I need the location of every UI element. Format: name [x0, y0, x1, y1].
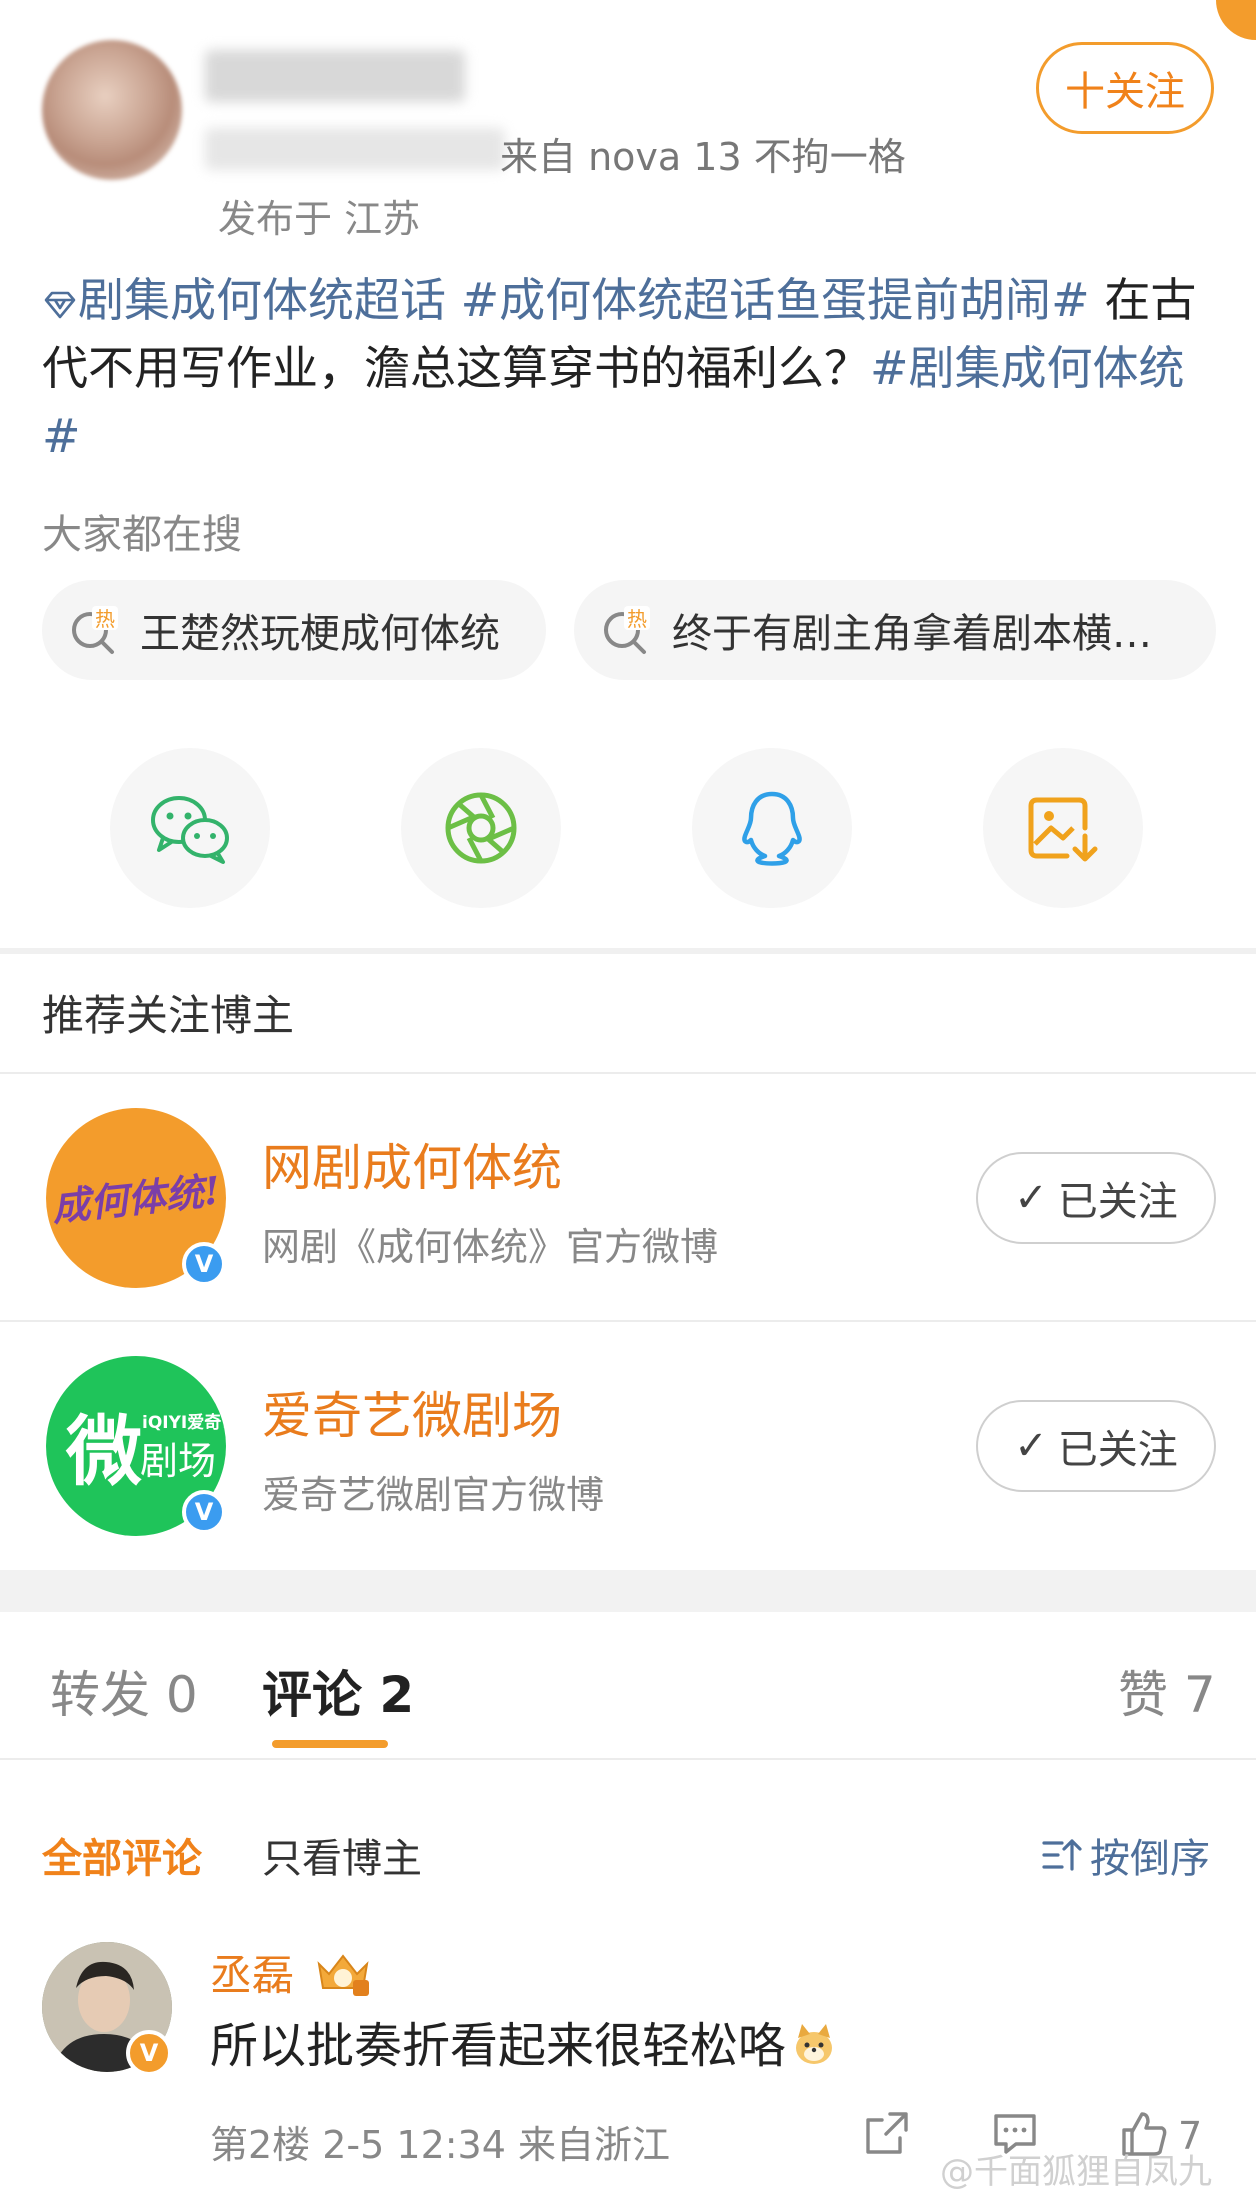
followed-button-2[interactable]: ✓ 已关注 [976, 1400, 1216, 1492]
followed-label: 已关注 [1057, 1427, 1178, 1473]
post-location: 发布于 江苏 [218, 197, 421, 241]
recommend-title: 推荐关注博主 [42, 991, 295, 1040]
sort-label: 按倒序 [1090, 1836, 1210, 1882]
followed-label: 已关注 [1057, 1179, 1178, 1225]
post-content: 剧集成何体统超话 #成何体统超话鱼蛋提前胡闹# 在古代不用写作业，澹总这算穿书的… [42, 266, 1222, 470]
dog-emoji-icon [796, 2024, 833, 2064]
divider [0, 1072, 1256, 1074]
filter-all-comments[interactable]: 全部评论 [42, 1826, 202, 1884]
section-gap [0, 1570, 1256, 1612]
moments-icon [445, 792, 517, 864]
super-topic-label: 剧集成何体统超话 [78, 273, 446, 327]
avatar-logo-small: 剧场 [140, 1439, 216, 1483]
verified-badge: V [182, 1242, 226, 1286]
super-topic-link[interactable]: 剧集成何体统超话 [42, 273, 446, 327]
wechat-icon [151, 796, 229, 864]
avatar-logo-brand: iQIYI爱奇艺 [142, 1412, 226, 1433]
hot-search-title: 大家都在搜 [42, 512, 242, 558]
post-source: 来自 nova 13 不拘一格 [500, 135, 906, 179]
hot-search-label: 终于有剧主角拿着剧本横… [672, 611, 1152, 657]
verified-badge: V [126, 2030, 172, 2076]
share-moments-button[interactable] [401, 748, 561, 908]
account-desc-2: 爱奇艺微剧官方微博 [262, 1473, 605, 1517]
follow-button[interactable]: 十关注 [1036, 42, 1214, 134]
comment-meta: 第2楼 2-5 12:34 来自浙江 [210, 2123, 670, 2167]
qq-icon [742, 791, 802, 866]
divider [0, 948, 1256, 954]
hot-search-label: 王楚然玩梗成何体统 [140, 611, 500, 657]
sort-button[interactable]: 按倒序 [1042, 1826, 1210, 1884]
poster-avatar[interactable] [42, 40, 182, 180]
active-tab-indicator [272, 1740, 388, 1748]
divider [0, 1320, 1256, 1322]
commenter-name-label: 丞磊 [210, 1951, 295, 2000]
diamond-icon [44, 291, 76, 319]
comment-share-button[interactable] [862, 2108, 912, 2162]
share-qq-button[interactable] [692, 748, 852, 908]
fan-level-icon [317, 1954, 370, 1996]
tab-repost[interactable]: 转发 0 [50, 1655, 198, 1727]
tab-likes[interactable]: 赞 7 [1118, 1655, 1216, 1727]
check-icon: ✓ [1014, 1175, 1048, 1221]
watermark: @千面狐狸自凤九 [940, 2152, 1212, 2192]
comment-text: 所以批奏折看起来很轻松咯 [210, 2006, 838, 2076]
account-name-2[interactable]: 爱奇艺微剧场 [262, 1376, 562, 1448]
check-icon: ✓ [1014, 1423, 1048, 1469]
hashtag-1[interactable]: #成何体统超话鱼蛋提前胡闹# [461, 273, 1090, 327]
sort-icon [1042, 1839, 1082, 1871]
avatar-logo-big: 微 [65, 1407, 142, 1496]
followed-button-1[interactable]: ✓ 已关注 [976, 1152, 1216, 1244]
hot-badge: 热 [95, 607, 115, 631]
avatar-logo-text: 成何体统! [50, 1167, 222, 1229]
account-desc-1: 网剧《成何体统》官方微博 [262, 1225, 719, 1269]
comment-body: 所以批奏折看起来很轻松咯 [210, 2018, 787, 2074]
hot-badge: 热 [627, 607, 647, 631]
top-right-accent [1216, 0, 1256, 40]
account-name-1[interactable]: 网剧成何体统 [262, 1128, 562, 1200]
save-image-icon [1028, 797, 1098, 862]
hot-search-chip-1[interactable]: 热 王楚然玩梗成何体统 [42, 580, 546, 680]
poster-name-blurred[interactable] [205, 50, 465, 102]
tab-comments[interactable]: 评论 2 [262, 1655, 414, 1727]
divider [0, 1758, 1256, 1760]
commenter-name[interactable]: 丞磊 [210, 1942, 373, 2003]
hot-search-icon: 热 [68, 604, 120, 656]
filter-author-only[interactable]: 只看博主 [262, 1826, 422, 1884]
share-wechat-button[interactable] [110, 748, 270, 908]
post-time-blurred [205, 128, 505, 170]
hot-search-icon: 热 [600, 604, 652, 656]
save-image-button[interactable] [983, 748, 1143, 908]
share-out-icon [866, 2112, 908, 2154]
hot-search-chip-2[interactable]: 热 终于有剧主角拿着剧本横… [574, 580, 1216, 680]
verified-badge: V [182, 1490, 226, 1534]
